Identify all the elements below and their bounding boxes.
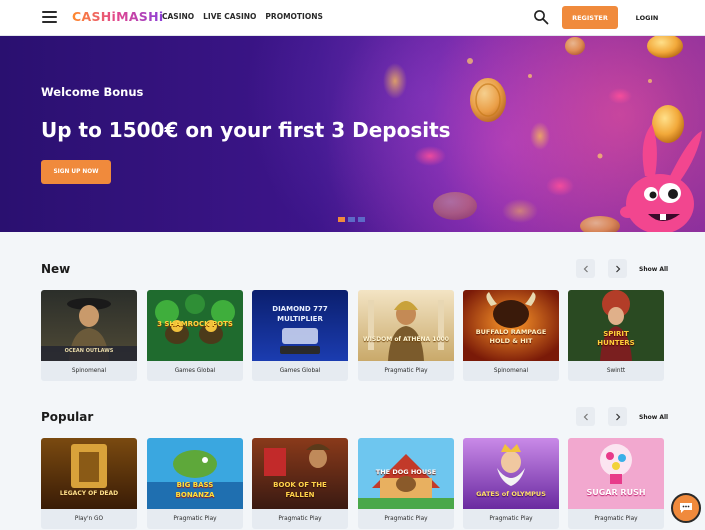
game-card[interactable]: DIAMOND 777 MULTIPLIER Games Global <box>252 290 348 381</box>
chevron-right-icon <box>615 413 620 420</box>
game-card[interactable]: SUGAR RUSH Pragmatic Play <box>568 438 664 529</box>
top-header: CASHiMASHi CASINO LIVE CASINO PROMOTIONS… <box>0 0 705 36</box>
game-thumbnail: OCEAN OUTLAWS <box>41 290 137 361</box>
game-card[interactable]: OCEAN OUTLAWS Spinomenal <box>41 290 137 381</box>
game-thumb-title: THE DOG HOUSE <box>375 468 437 476</box>
sign-up-now-button[interactable]: SIGN UP NOW <box>41 160 111 184</box>
game-card[interactable]: GATES of OLYMPUS Pragmatic Play <box>463 438 559 529</box>
game-card[interactable]: THE DOG HOUSE Pragmatic Play <box>358 438 454 529</box>
game-thumbnail: BIG BASS BONANZA <box>147 438 243 509</box>
game-card[interactable]: BUFFALO RAMPAGE HOLD & HIT Spinomenal <box>463 290 559 381</box>
chevron-right-icon <box>615 265 620 272</box>
chat-support-button[interactable] <box>671 493 701 523</box>
scroll-left-button[interactable] <box>576 407 595 426</box>
game-provider: Games Global <box>279 368 321 374</box>
nav-promotions[interactable]: PROMOTIONS <box>265 12 322 21</box>
chevron-left-icon <box>583 265 588 272</box>
game-thumbnail: 3 SHAMROCK POTS <box>147 290 243 361</box>
hamburger-menu-icon[interactable] <box>42 11 57 23</box>
section-title: New <box>41 262 71 276</box>
game-provider: Pragmatic Play <box>173 516 217 522</box>
game-thumb-title: GATES of OLYMPUS <box>476 490 546 498</box>
carousel-dot-2[interactable] <box>348 217 355 222</box>
main-nav: CASINO LIVE CASINO PROMOTIONS <box>162 12 323 21</box>
chat-icon <box>680 503 692 513</box>
game-provider: Swintt <box>606 368 626 374</box>
game-provider: Pragmatic Play <box>384 516 428 522</box>
game-provider: Play'n GO <box>74 516 104 522</box>
hero-subtitle: Welcome Bonus <box>41 85 144 99</box>
game-thumbnail: SUGAR RUSH <box>568 438 664 509</box>
game-card[interactable]: SPIRIT HUNTERS Swintt <box>568 290 664 381</box>
hero-carousel-dots <box>338 217 365 222</box>
scroll-right-button[interactable] <box>608 407 627 426</box>
hero-banner: Welcome Bonus Up to 1500€ on your first … <box>0 36 705 232</box>
game-thumb-title: SPIRIT HUNTERS <box>597 330 635 347</box>
carousel-dot-1[interactable] <box>338 217 345 222</box>
game-card[interactable]: LEGACY OF DEAD Play'n GO <box>41 438 137 529</box>
game-thumb-title: DIAMOND 777 MULTIPLIER <box>272 305 328 323</box>
hero-title: Up to 1500€ on your first 3 Deposits <box>41 118 451 142</box>
login-button[interactable]: LOGIN <box>630 6 664 29</box>
show-all-link[interactable]: Show All <box>639 266 668 273</box>
game-provider: Pragmatic Play <box>278 516 322 522</box>
register-button[interactable]: REGISTER <box>562 6 618 29</box>
game-thumbnail: THE DOG HOUSE <box>358 438 454 509</box>
game-provider: Spinomenal <box>71 368 107 374</box>
scroll-left-button[interactable] <box>576 259 595 278</box>
game-thumb-title: BIG BASS BONANZA <box>175 481 215 499</box>
game-thumb-title: SUGAR RUSH <box>586 488 646 497</box>
section-title: Popular <box>41 410 94 424</box>
game-thumbnail: WISDOM of ATHENA 1000 <box>358 290 454 361</box>
game-card[interactable]: WISDOM of ATHENA 1000 Pragmatic Play <box>358 290 454 381</box>
section-popular: Popular Show All LEGACY OF DEAD Play'n G… <box>0 404 705 530</box>
site-logo[interactable]: CASHiMASHi <box>72 9 163 24</box>
nav-live-casino[interactable]: LIVE CASINO <box>203 12 256 21</box>
chevron-left-icon <box>583 413 588 420</box>
search-icon[interactable] <box>533 9 549 25</box>
game-thumbnail: BOOK OF THE FALLEN <box>252 438 348 509</box>
game-thumb-title: OCEAN OUTLAWS <box>64 348 114 354</box>
game-thumbnail: SPIRIT HUNTERS <box>568 290 664 361</box>
game-provider: Pragmatic Play <box>489 516 533 522</box>
game-provider: Pragmatic Play <box>384 368 428 374</box>
scroll-right-button[interactable] <box>608 259 627 278</box>
game-thumb-title: WISDOM of ATHENA 1000 <box>363 336 449 343</box>
game-thumb-title: LEGACY OF DEAD <box>59 490 119 497</box>
game-provider: Pragmatic Play <box>594 516 638 522</box>
game-provider: Games Global <box>174 368 216 374</box>
game-thumbnail: LEGACY OF DEAD <box>41 438 137 509</box>
game-provider: Spinomenal <box>493 368 529 374</box>
game-thumb-title: BOOK OF THE FALLEN <box>273 481 327 499</box>
section-new: New Show All OCEAN OUTLAWS Spinomenal 3 … <box>0 256 705 386</box>
game-card[interactable]: 3 SHAMROCK POTS Games Global <box>147 290 243 381</box>
game-thumbnail: BUFFALO RAMPAGE HOLD & HIT <box>463 290 559 361</box>
nav-casino[interactable]: CASINO <box>162 12 194 21</box>
show-all-link[interactable]: Show All <box>639 414 668 421</box>
game-thumbnail: DIAMOND 777 MULTIPLIER <box>252 290 348 361</box>
carousel-dot-3[interactable] <box>358 217 365 222</box>
game-card[interactable]: BIG BASS BONANZA Pragmatic Play <box>147 438 243 529</box>
game-card[interactable]: BOOK OF THE FALLEN Pragmatic Play <box>252 438 348 529</box>
game-thumbnail: GATES of OLYMPUS <box>463 438 559 509</box>
game-thumb-title: BUFFALO RAMPAGE HOLD & HIT <box>475 328 547 345</box>
game-thumb-title: 3 SHAMROCK POTS <box>157 320 233 328</box>
